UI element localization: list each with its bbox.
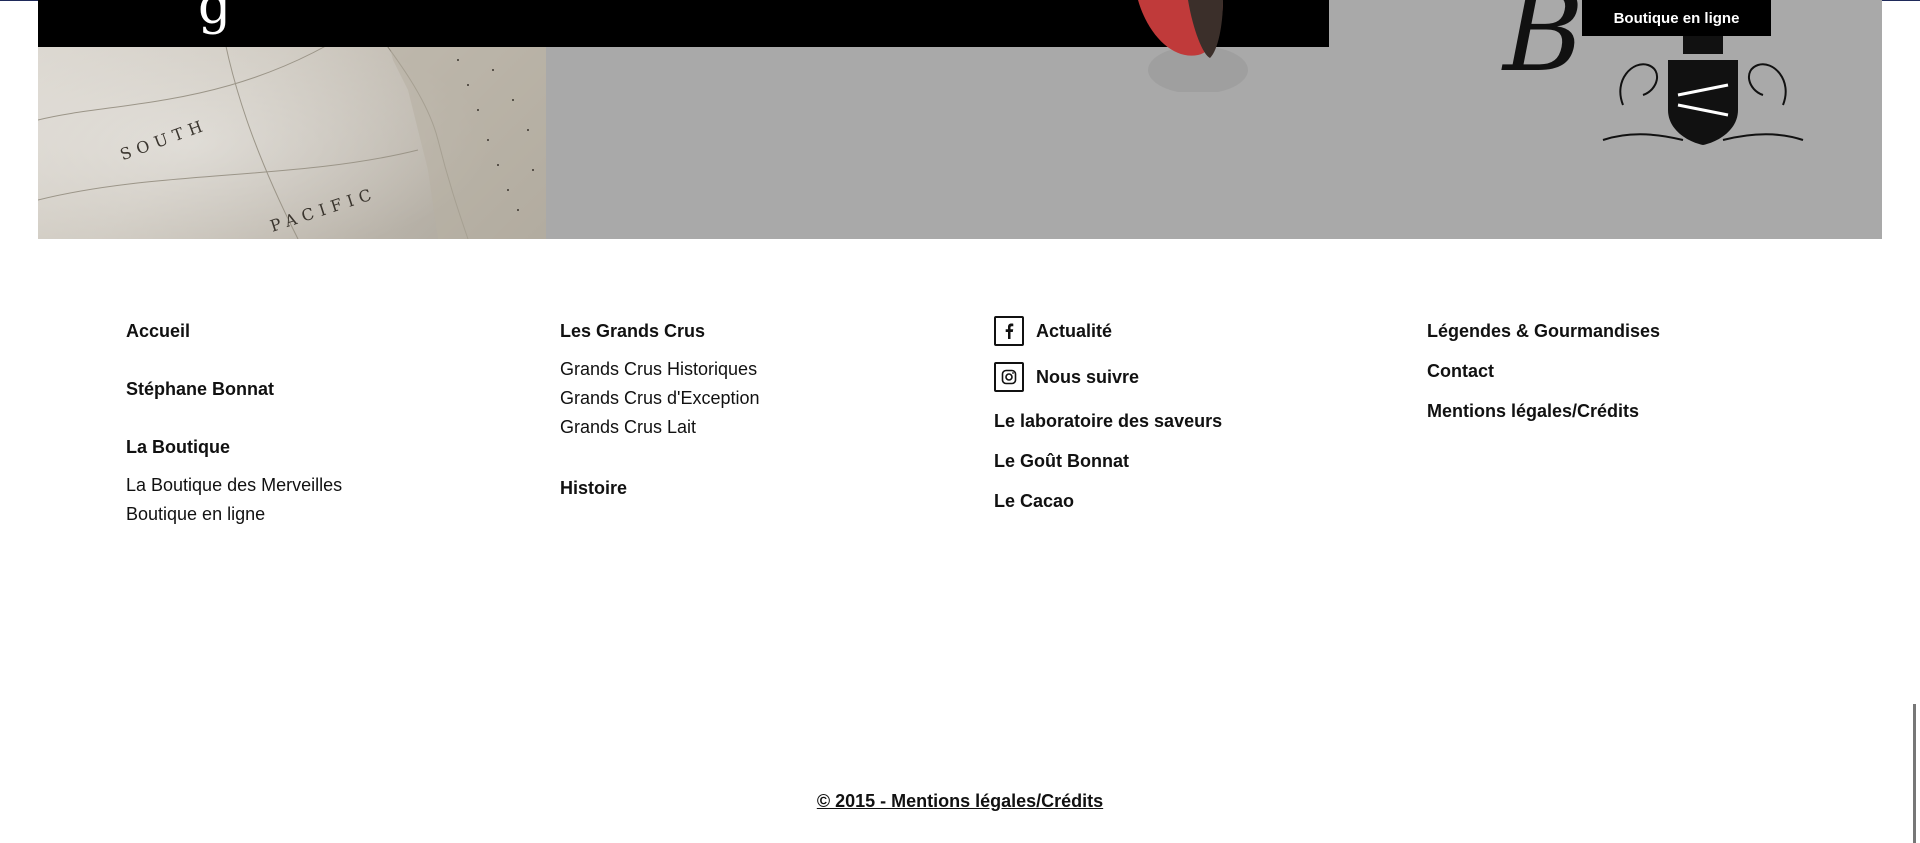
link-gout-bonnat[interactable]: Le Goût Bonnat — [994, 449, 1394, 473]
nous-suivre-label: Nous suivre — [1036, 367, 1140, 387]
boutique-sublinks: La Boutique des Merveilles Boutique en l… — [126, 471, 526, 529]
footer-column-2: Les Grands Crus Grands Crus Historiques … — [560, 319, 960, 500]
link-grands-crus-historiques[interactable]: Grands Crus Historiques — [560, 355, 960, 384]
footer-column-1: Accueil Stéphane Bonnat La Boutique La B… — [126, 319, 526, 529]
footer-column-3: Actualité Nous suivre Le laboratoire des… — [994, 313, 1394, 513]
link-boutique-en-ligne[interactable]: Boutique en ligne — [126, 500, 526, 529]
copyright-bar: © 2015 - Mentions légales/Crédits — [0, 791, 1920, 812]
link-le-cacao[interactable]: Le Cacao — [994, 489, 1394, 513]
link-mentions-legales[interactable]: Mentions légales/Crédits — [1427, 399, 1827, 423]
facebook-icon — [994, 316, 1024, 346]
link-la-boutique[interactable]: La Boutique — [126, 435, 526, 459]
hero-banner: SOUTH PACIFIC g B Boutique en ligne — [38, 0, 1882, 239]
copyright-link[interactable]: © 2015 - Mentions légales/Crédits — [817, 791, 1103, 811]
hero-title-glyph: g — [198, 0, 232, 36]
instagram-icon — [994, 362, 1024, 392]
grands-crus-sublinks: Grands Crus Historiques Grands Crus d'Ex… — [560, 355, 960, 442]
online-shop-button[interactable]: Boutique en ligne — [1582, 0, 1771, 36]
link-actualite[interactable]: Actualité — [994, 313, 1394, 349]
scrollbar-thumb[interactable] — [1913, 704, 1916, 843]
link-accueil[interactable]: Accueil — [126, 319, 526, 343]
footer-column-4: Légendes & Gourmandises Contact Mentions… — [1427, 319, 1827, 423]
link-contact[interactable]: Contact — [1427, 359, 1827, 383]
link-grands-crus-lait[interactable]: Grands Crus Lait — [560, 413, 960, 442]
link-les-grands-crus[interactable]: Les Grands Crus — [560, 319, 960, 343]
link-grands-crus-exception[interactable]: Grands Crus d'Exception — [560, 384, 960, 413]
link-legendes-gourmandises[interactable]: Légendes & Gourmandises — [1427, 319, 1827, 343]
cocoa-pod-image — [1138, 0, 1248, 92]
actualite-label: Actualité — [1036, 321, 1113, 341]
link-laboratoire-saveurs[interactable]: Le laboratoire des saveurs — [994, 409, 1394, 433]
emblem-letter: B — [1501, 0, 1584, 96]
link-histoire[interactable]: Histoire — [560, 476, 960, 500]
link-boutique-merveilles[interactable]: La Boutique des Merveilles — [126, 471, 526, 500]
link-stephane-bonnat[interactable]: Stéphane Bonnat — [126, 377, 526, 401]
link-nous-suivre[interactable]: Nous suivre — [994, 359, 1394, 395]
footer: Accueil Stéphane Bonnat La Boutique La B… — [0, 239, 1920, 799]
